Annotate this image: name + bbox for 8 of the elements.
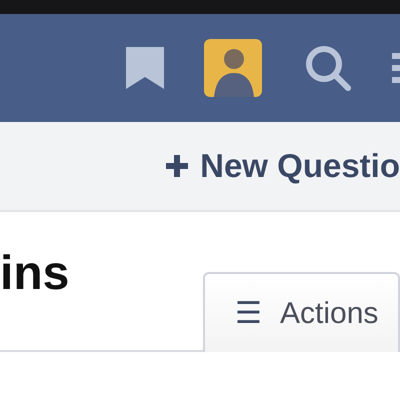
bookmark-icon[interactable] [126,47,164,89]
plus-icon [164,153,190,179]
avatar[interactable] [204,39,262,97]
menu-icon: ☰ [235,290,262,336]
page-title: ins [0,250,70,298]
actions-button[interactable]: ☰ Actions [203,272,400,352]
new-question-button[interactable]: New Questio [164,141,400,191]
search-icon[interactable] [304,44,352,92]
